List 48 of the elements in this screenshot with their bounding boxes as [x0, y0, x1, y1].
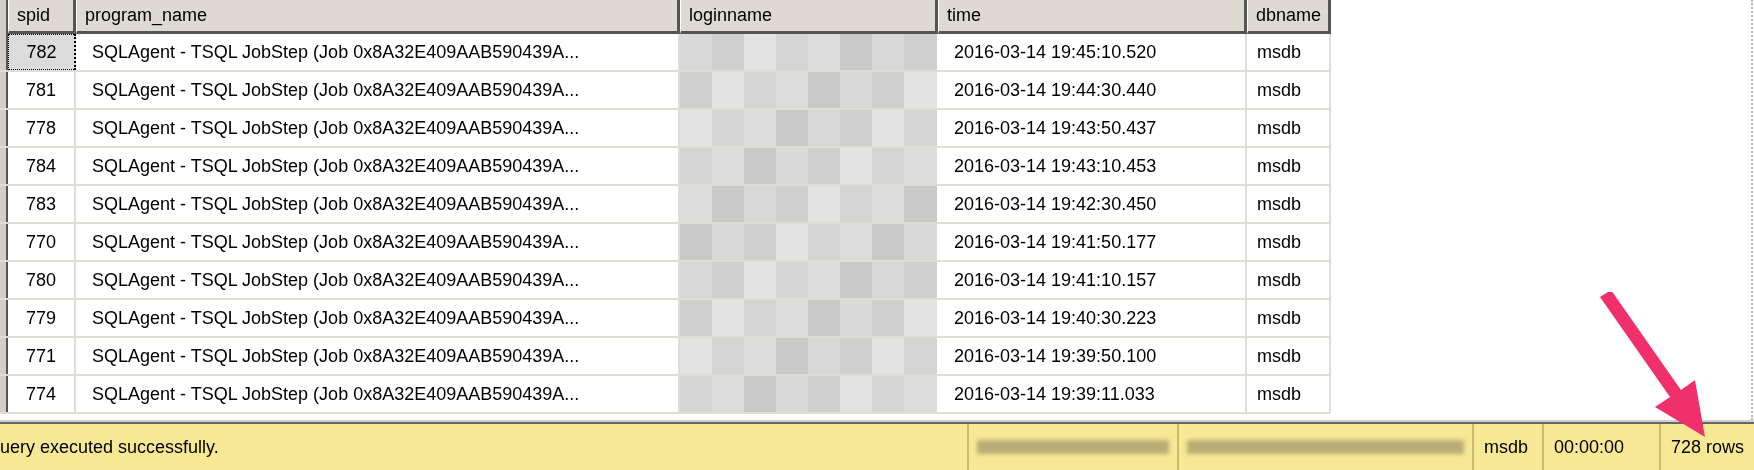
table-cell: 774: [8, 376, 76, 412]
row-header[interactable]: [0, 338, 8, 374]
table-cell: 2016-03-14 19:40:30.223: [938, 300, 1247, 336]
table-cell: 780: [8, 262, 76, 298]
row-header[interactable]: [0, 34, 8, 70]
table-cell: msdb: [1247, 72, 1331, 108]
table-cell: msdb: [1247, 338, 1331, 374]
table-cell: msdb: [1247, 186, 1331, 222]
table-cell: 770: [8, 224, 76, 260]
table-cell: msdb: [1247, 262, 1331, 298]
row-header[interactable]: [0, 262, 8, 298]
table-cell: msdb: [1247, 224, 1331, 260]
table-cell: 2016-03-14 19:41:50.177: [938, 224, 1247, 260]
status-database: msdb: [1472, 424, 1542, 470]
table-cell: msdb: [1247, 110, 1331, 146]
column-header[interactable]: dbname: [1247, 0, 1331, 34]
row-header[interactable]: [0, 72, 8, 108]
row-header[interactable]: [0, 224, 8, 260]
table-cell: 2016-03-14 19:44:30.440: [938, 72, 1247, 108]
row-header[interactable]: [0, 186, 8, 222]
table-cell: 782: [8, 34, 76, 70]
column-header[interactable]: program_name: [76, 0, 680, 34]
table-cell: 778: [8, 110, 76, 146]
table-cell: 2016-03-14 19:41:10.157: [938, 262, 1247, 298]
row-header[interactable]: [0, 300, 8, 336]
table-cell: msdb: [1247, 34, 1331, 70]
column-header[interactable]: loginname: [680, 0, 938, 34]
table-cell: 771: [8, 338, 76, 374]
row-header[interactable]: [0, 148, 8, 184]
status-message: uery executed successfully.: [0, 435, 220, 459]
status-elapsed: 00:00:00: [1542, 424, 1659, 470]
table-cell: 2016-03-14 19:42:30.450: [938, 186, 1247, 222]
table-cell: 781: [8, 72, 76, 108]
table-cell: 2016-03-14 19:39:50.100: [938, 338, 1247, 374]
table-cell: msdb: [1247, 300, 1331, 336]
table-cell: msdb: [1247, 148, 1331, 184]
table-cell: 779: [8, 300, 76, 336]
table-cell: 2016-03-14 19:43:10.453: [938, 148, 1247, 184]
column-header[interactable]: time: [938, 0, 1247, 34]
table-cell: 2016-03-14 19:39:11.033: [938, 376, 1247, 412]
row-header[interactable]: [0, 376, 8, 412]
table-cell: 784: [8, 148, 76, 184]
column-header[interactable]: spid: [8, 0, 76, 34]
table-cell: 2016-03-14 19:45:10.520: [938, 34, 1247, 70]
table-cell: 2016-03-14 19:43:50.437: [938, 110, 1247, 146]
row-header[interactable]: [0, 110, 8, 146]
table-cell: 783: [8, 186, 76, 222]
table-cell: msdb: [1247, 376, 1331, 412]
